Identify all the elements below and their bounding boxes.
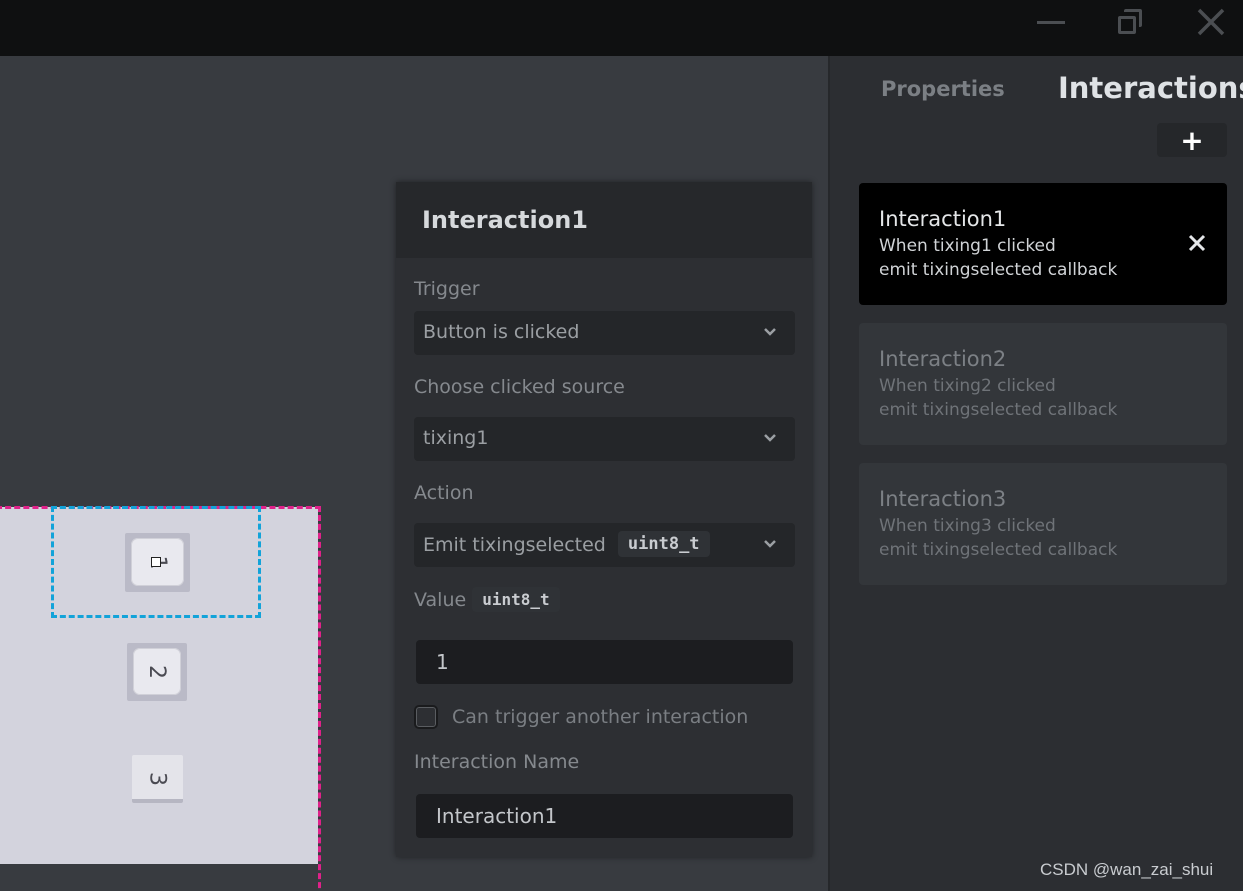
card-trigger-text: When tixing2 clicked (879, 376, 1056, 396)
interaction-name-input[interactable]: Interaction1 (416, 794, 793, 838)
value-input[interactable]: 1 (416, 640, 793, 684)
editor-title: Interaction1 (422, 206, 588, 234)
interaction-card-1[interactable]: Interaction1 When tixing1 clicked emit t… (859, 183, 1227, 305)
tile-button-3[interactable]: 3 (132, 755, 183, 803)
chevron-down-icon (764, 328, 776, 336)
close-icon[interactable] (1187, 233, 1207, 253)
chevron-down-icon (764, 434, 776, 442)
value-input-text: 1 (436, 650, 449, 674)
can-trigger-label: Can trigger another interaction (452, 706, 749, 728)
trigger-label: Trigger (414, 278, 480, 300)
trigger-select[interactable]: Button is clicked (414, 311, 795, 355)
title-bar (0, 0, 1243, 56)
tile-label: 2 (144, 665, 170, 679)
trigger-value: Button is clicked (423, 321, 580, 343)
tab-properties[interactable]: Properties (881, 77, 1005, 101)
card-action-text: emit tixingselected callback (879, 540, 1118, 560)
restore-icon[interactable] (1111, 4, 1151, 40)
action-value: Emit tixingselected (423, 534, 606, 556)
card-action-text: emit tixingselected callback (879, 260, 1118, 280)
resize-handle[interactable] (151, 557, 161, 567)
minimize-icon[interactable] (1031, 4, 1071, 40)
interaction-card-3[interactable]: Interaction3 When tixing3 clicked emit t… (859, 463, 1227, 585)
card-title: Interaction1 (879, 207, 1007, 231)
card-title: Interaction3 (879, 487, 1007, 511)
source-select[interactable]: tixing1 (414, 417, 795, 461)
interaction-name-text: Interaction1 (436, 804, 558, 828)
action-type-badge: uint8_t (617, 531, 710, 557)
card-trigger-text: When tixing3 clicked (879, 516, 1056, 536)
action-label: Action (414, 482, 474, 504)
tile-label: 3 (145, 772, 170, 786)
editor-header: Interaction1 (396, 182, 812, 258)
side-panel: Properties Interactions + Interaction1 W… (828, 56, 1243, 891)
interaction-card-2[interactable]: Interaction2 When tixing2 clicked emit t… (859, 323, 1227, 445)
add-interaction-button[interactable]: + (1157, 123, 1227, 157)
can-trigger-checkbox[interactable] (414, 705, 438, 729)
tab-interactions[interactable]: Interactions (1058, 71, 1243, 105)
card-trigger-text: When tixing1 clicked (879, 236, 1056, 256)
tile-button-2[interactable]: 2 (127, 643, 187, 701)
action-select[interactable]: Emit tixingselected uint8_t (414, 523, 795, 567)
plus-icon: + (1180, 123, 1204, 157)
value-label: Value (414, 589, 467, 611)
card-action-text: emit tixingselected callback (879, 400, 1118, 420)
card-title: Interaction2 (879, 347, 1007, 371)
close-icon[interactable] (1191, 4, 1231, 40)
source-label: Choose clicked source (414, 376, 625, 398)
chevron-down-icon (764, 540, 776, 548)
source-value: tixing1 (423, 427, 489, 449)
watermark: CSDN @wan_zai_shui (1040, 860, 1214, 879)
name-label: Interaction Name (414, 751, 580, 773)
value-type-badge: uint8_t (472, 587, 560, 612)
interaction-editor: Interaction1 Trigger Button is clicked C… (396, 182, 812, 857)
